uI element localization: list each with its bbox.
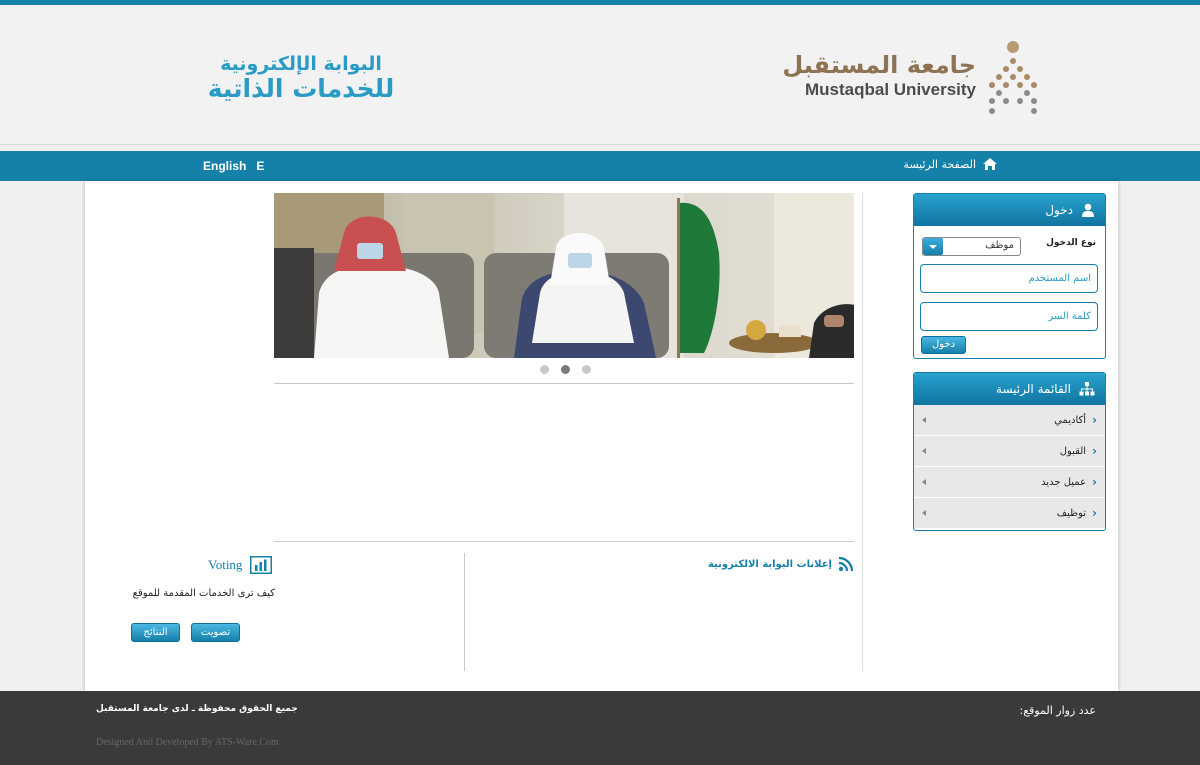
username-field[interactable]: اسم المستخدم [920, 264, 1098, 293]
divider [274, 541, 854, 542]
menu-item-academic[interactable]: أكاديمي › [914, 405, 1105, 436]
visitors-counter: عدد زوار الموقع: [1019, 704, 1097, 717]
top-navbar: الصفحة الرئيسة English E [0, 151, 1200, 181]
menu-item-label: أكاديمي [1054, 414, 1087, 426]
menu-item-employment[interactable]: توظيف › [914, 498, 1105, 529]
language-switch-link[interactable]: English E [203, 159, 264, 173]
chevron-right-icon: › [1092, 475, 1097, 489]
nav-home-label: الصفحة الرئيسة [903, 157, 976, 171]
slider-pagination [540, 365, 591, 374]
login-type-value: موظف [985, 240, 1014, 251]
university-emblem-icon [989, 41, 1037, 114]
menu-item-label: توظيف [1056, 507, 1087, 519]
announcements-header[interactable]: إعلانات البوابة الالكترونية [708, 556, 854, 572]
column-divider [862, 193, 863, 671]
chevron-right-icon: › [1092, 444, 1097, 458]
portal-logo[interactable]: البوابة الإلكترونية للخدمات الذاتية [196, 53, 406, 103]
main-menu-panel: القائمة الرئيسة أكاديمي › القبول › عميل … [913, 372, 1106, 531]
voting-header: Voting [208, 556, 273, 574]
university-name-ar: جامعة المستقبل [782, 51, 976, 79]
main-menu-header: القائمة الرئيسة [914, 373, 1105, 405]
site-footer: جميع الحقوق محفوظة ـ لدى جامعة المستقبل … [0, 691, 1200, 765]
divider [274, 383, 854, 384]
university-logo[interactable]: جامعة المستقبل Mustaqbal University [766, 51, 976, 101]
login-button[interactable]: دخول [921, 336, 966, 354]
designed-by-link[interactable]: Designed And Developed By ATS-Ware.Com [96, 737, 279, 748]
vote-button[interactable]: تصويت [191, 623, 240, 642]
nav-home-link[interactable]: الصفحة الرئيسة [903, 157, 998, 171]
slider-dot-active[interactable] [561, 365, 570, 374]
language-icon: E [256, 159, 265, 173]
submenu-arrow-icon [922, 479, 926, 485]
menu-item-label: عميل جديد [1041, 476, 1087, 488]
main-content: دخول نوع الدخول موظف اسم المستخدم كلمة ا… [85, 181, 1118, 691]
rss-icon [838, 556, 854, 572]
submenu-arrow-icon [922, 510, 926, 516]
home-icon [983, 158, 997, 170]
portal-logo-line2: للخدمات الذاتية [207, 74, 395, 103]
portal-logo-line1: البوابة الإلكترونية [220, 53, 382, 75]
login-type-label: نوع الدخول [1046, 238, 1096, 248]
menu-item-label: القبول [1059, 445, 1087, 457]
results-button[interactable]: النتائج [131, 623, 180, 642]
column-divider [464, 553, 465, 671]
university-name-en: Mustaqbal University [805, 80, 976, 99]
slider-photo [274, 193, 854, 358]
login-type-select[interactable]: موظف [922, 237, 1021, 256]
image-slider[interactable] [274, 193, 854, 358]
chevron-right-icon: › [1092, 506, 1097, 520]
slider-dot[interactable] [540, 365, 549, 374]
submenu-arrow-icon [922, 417, 926, 423]
announcements-title: إعلانات البوابة الالكترونية [707, 558, 832, 570]
chevron-right-icon: › [1092, 413, 1097, 427]
sitemap-icon [1079, 382, 1095, 396]
main-menu-title: القائمة الرئيسة [996, 382, 1071, 396]
slider-dot[interactable] [582, 365, 591, 374]
copyright-text: جميع الحقوق محفوظة ـ لدى جامعة المستقبل [96, 704, 298, 714]
bar-chart-icon [250, 556, 273, 574]
chevron-down-icon[interactable] [923, 238, 943, 255]
login-panel: دخول نوع الدخول موظف اسم المستخدم كلمة ا… [913, 193, 1106, 359]
password-field[interactable]: كلمة السر [920, 302, 1098, 331]
language-label: English [203, 159, 247, 173]
user-icon [1082, 203, 1094, 217]
voting-title: Voting [208, 557, 243, 572]
login-panel-header: دخول [914, 194, 1105, 226]
menu-item-admission[interactable]: القبول › [914, 436, 1105, 467]
site-header: البوابة الإلكترونية للخدمات الذاتية جامع… [0, 5, 1200, 145]
submenu-arrow-icon [922, 448, 926, 454]
login-panel-title: دخول [1045, 203, 1073, 217]
menu-item-new-client[interactable]: عميل جديد › [914, 467, 1105, 498]
voting-question: كيف ترى الخدمات المقدمة للموقع [132, 588, 275, 599]
